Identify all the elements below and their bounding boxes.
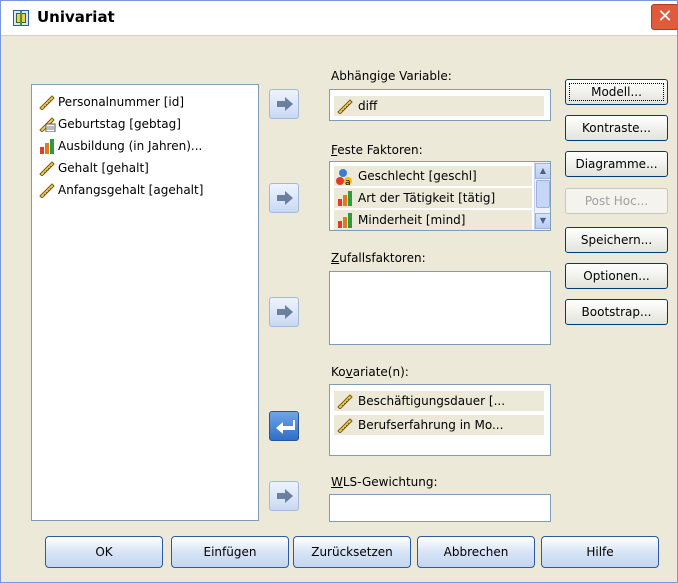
wls-weight-label: WLS-Gewichtung: (331, 475, 438, 489)
list-item[interactable]: Beschäftigungsdauer [... (334, 391, 544, 411)
variable-label: Ausbildung (in Jahren)... (58, 139, 203, 153)
dependent-variable-label: Abhängige Variable: (331, 69, 452, 83)
bar-ordinal-icon (40, 139, 54, 154)
cancel-button[interactable]: Abbrechen (417, 536, 535, 568)
ruler-scale-icon (39, 95, 55, 110)
app-icon (13, 10, 29, 26)
model-button[interactable]: Modell... (565, 79, 668, 105)
variable-label: Personalnummer [id] (58, 95, 185, 109)
bar-ordinal-icon (338, 213, 352, 228)
variable-label: Geburtstag [gebtag] (58, 117, 181, 131)
list-item[interactable]: Minderheit [mind] (334, 210, 532, 230)
fixed-factors-label: Feste Faktoren: (331, 143, 423, 157)
dependent-variable-item[interactable]: diff (334, 96, 544, 116)
variable-label: Anfangsgehalt [agehalt] (58, 183, 204, 197)
paste-button[interactable]: Einfügen (171, 536, 289, 568)
scroll-thumb[interactable] (536, 180, 550, 208)
source-variable-list[interactable]: Personalnummer [id] Geburtstag [gebtag] … (31, 84, 259, 521)
reset-button[interactable]: Zurücksetzen (293, 536, 411, 568)
random-factors-label: Zufallsfaktoren: (331, 251, 426, 265)
fixed-factors-scrollbar[interactable]: ▲ ▼ (534, 162, 550, 230)
window-title: Univariat (37, 8, 115, 26)
nominal-icon: a (336, 169, 352, 186)
close-icon[interactable]: ✕ (651, 4, 678, 30)
ruler-scale-icon (39, 161, 55, 176)
svg-text:a: a (345, 178, 351, 186)
bar-ordinal-icon (338, 191, 352, 206)
wls-weight-field[interactable] (329, 494, 551, 522)
plots-button[interactable]: Diagramme... (565, 151, 668, 177)
ruler-scale-icon (337, 394, 353, 409)
arrow-right-icon (277, 97, 293, 111)
help-button[interactable]: Hilfe (541, 536, 659, 568)
random-factors-list[interactable] (329, 271, 551, 345)
list-item[interactable]: Art der Tätigkeit [tätig] (334, 188, 532, 208)
list-item[interactable]: Berufserfahrung in Mo... (334, 415, 544, 435)
contrasts-button[interactable]: Kontraste... (565, 115, 668, 141)
variable-label: Gehalt [gehalt] (58, 161, 149, 175)
scroll-down-icon[interactable]: ▼ (535, 213, 550, 229)
covariates-label: Kovariate(n): (331, 365, 409, 379)
move-to-random-factors-button[interactable] (269, 297, 299, 327)
covariates-list[interactable]: Beschäftigungsdauer [... Berufserfahrung… (329, 384, 551, 456)
scroll-up-icon[interactable]: ▲ (535, 163, 550, 179)
bootstrap-button[interactable]: Bootstrap... (565, 299, 668, 325)
save-button[interactable]: Speichern... (565, 227, 668, 253)
arrow-right-icon (277, 305, 293, 319)
move-to-wls-button[interactable] (269, 481, 299, 511)
move-back-from-covariates-button[interactable] (269, 411, 299, 441)
arrow-left-icon (276, 420, 295, 434)
list-item[interactable]: a Geschlecht [geschl] (334, 166, 532, 186)
fixed-factors-list[interactable]: a Geschlecht [geschl] Art der Tätigkeit … (329, 161, 551, 231)
arrow-right-icon (277, 489, 293, 503)
options-button[interactable]: Optionen... (565, 263, 668, 289)
ruler-scale-icon (39, 183, 55, 198)
move-to-fixed-factors-button[interactable] (269, 183, 299, 213)
date-scale-icon (39, 117, 56, 132)
move-to-dependent-button[interactable] (269, 89, 299, 119)
univariat-dialog: Univariat ✕ Personalnummer [id] Geburtst… (0, 0, 678, 583)
title-bar[interactable]: Univariat ✕ (1, 1, 678, 36)
ruler-scale-icon (337, 99, 353, 114)
ok-button[interactable]: OK (45, 536, 163, 568)
post-hoc-button[interactable]: Post Hoc... (565, 188, 668, 214)
ruler-scale-icon (337, 418, 353, 433)
dependent-variable-box[interactable]: diff (329, 89, 551, 121)
arrow-right-icon (277, 191, 293, 205)
